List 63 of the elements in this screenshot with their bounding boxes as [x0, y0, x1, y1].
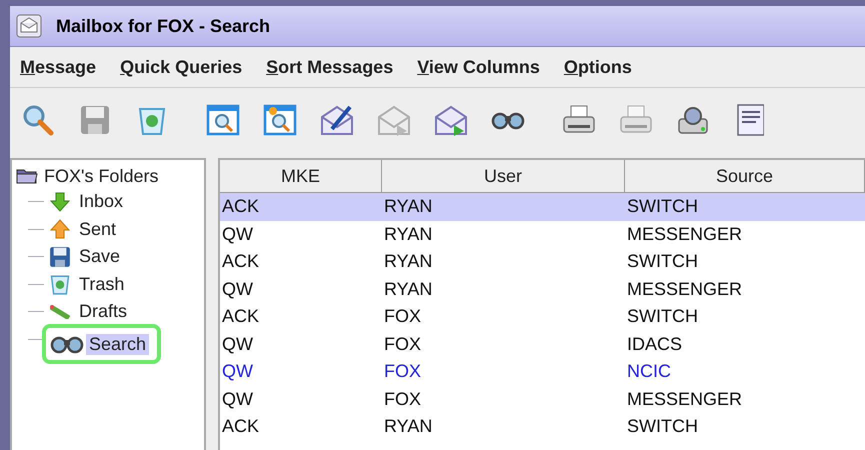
- table-cell-text: IDACS: [626, 334, 684, 355]
- table-row[interactable]: QW FOX IDACS: [220, 330, 865, 358]
- table-cell-text: SWITCH: [626, 196, 699, 218]
- table-cell-text: RYAN: [383, 278, 434, 300]
- table-cell-text: RYAN: [383, 416, 434, 438]
- table-cell-text: QW: [221, 278, 254, 300]
- window-magnifier-icon: [206, 103, 240, 137]
- table-cell-text: NCIC: [626, 361, 672, 382]
- table-cell-text: QW: [221, 334, 254, 355]
- column-header[interactable]: MKE: [220, 160, 382, 192]
- table-cell-text: FOX: [383, 388, 422, 410]
- window-title: Mailbox for FOX - Search: [56, 16, 270, 36]
- table-cell-text: ACK: [221, 196, 260, 218]
- column-header[interactable]: Source: [625, 160, 865, 192]
- column-header[interactable]: User: [382, 160, 625, 192]
- up-arrow-icon: [50, 219, 70, 240]
- tree-root-label: FOX's Folders: [44, 166, 158, 186]
- envelope-pen-icon: [320, 103, 354, 137]
- table-cell-text: SWITCH: [626, 251, 699, 272]
- table-cell-text: RYAN: [383, 196, 434, 218]
- envelope-arrow-icon: [377, 103, 411, 137]
- folder-item[interactable]: Search: [86, 334, 150, 355]
- table-cell-text: FOX: [383, 306, 422, 328]
- pencil-icon: [50, 304, 70, 319]
- table-cell-text: MESSENGER: [626, 388, 744, 410]
- magnifier-icon: [21, 103, 55, 137]
- table-row[interactable]: QW FOX NCIC: [220, 358, 865, 386]
- table-cell-text: MESSENGER: [626, 278, 744, 300]
- menu-item[interactable]: Options: [564, 56, 632, 78]
- table-cell-text: FOX: [383, 334, 422, 355]
- table-cell-text: FOX: [383, 361, 422, 382]
- table-row[interactable]: ACK RYAN SWITCH: [220, 413, 865, 440]
- envelope-icon: [16, 14, 42, 38]
- document-icon: [736, 103, 764, 137]
- folder-item[interactable]: Trash: [76, 274, 128, 295]
- table-cell-text: RYAN: [383, 224, 434, 245]
- down-arrow-icon: [50, 192, 70, 212]
- table-cell-text: QW: [221, 224, 254, 245]
- menu-item[interactable]: View Columns: [417, 56, 540, 78]
- table-row[interactable]: QW FOX MESSENGER: [220, 386, 865, 413]
- table-row[interactable]: QW RYAN MESSENGER: [220, 276, 865, 303]
- folder-item[interactable]: Sent: [76, 218, 120, 240]
- table-row[interactable]: ACK RYAN SWITCH: [220, 193, 865, 220]
- folder-item[interactable]: Save: [76, 246, 124, 268]
- table-cell-text: RYAN: [383, 251, 434, 272]
- table-cell-text: QW: [221, 361, 254, 382]
- table-row[interactable]: ACK FOX SWITCH: [220, 303, 865, 330]
- folder-icon: [16, 168, 38, 184]
- menu-item[interactable]: Sort Messages: [266, 56, 394, 78]
- table-cell-text: ACK: [221, 306, 260, 328]
- folder-item[interactable]: Inbox: [76, 191, 126, 212]
- table-row[interactable]: ACK RYAN SWITCH: [220, 248, 865, 276]
- table-cell-text: ACK: [221, 416, 260, 438]
- menu-item[interactable]: Quick Queries: [120, 56, 242, 78]
- table-cell-text: QW: [221, 388, 254, 410]
- folder-item[interactable]: Drafts: [76, 301, 130, 322]
- table-cell-text: MESSENGER: [626, 224, 744, 245]
- table-cell-text: SWITCH: [626, 416, 699, 438]
- menu-item[interactable]: Message: [20, 56, 96, 78]
- table-cell-text: SWITCH: [626, 306, 699, 328]
- envelope-forward-icon: [434, 103, 468, 137]
- table-row[interactable]: QW RYAN MESSENGER: [220, 220, 865, 248]
- table-cell-text: ACK: [221, 251, 260, 272]
